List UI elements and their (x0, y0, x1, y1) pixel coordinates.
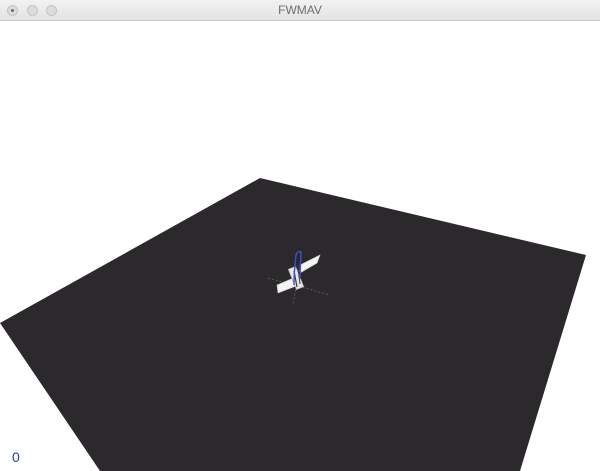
title-bar[interactable]: FWMAV (0, 0, 600, 21)
ground-plane (0, 178, 586, 471)
frame-counter: 0 (12, 449, 20, 465)
app-window: FWMAV 0 (0, 0, 600, 471)
window-title: FWMAV (278, 3, 322, 17)
scene-canvas (0, 178, 586, 471)
3d-viewport[interactable]: 0 (0, 21, 600, 471)
